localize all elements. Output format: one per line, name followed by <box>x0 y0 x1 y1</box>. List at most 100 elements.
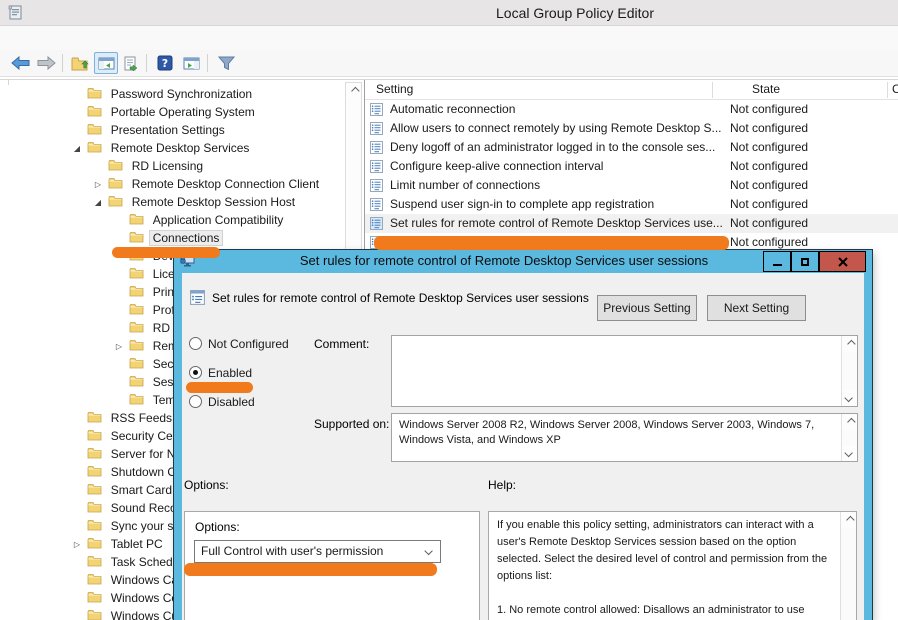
settings-row[interactable]: Set rules for remote control of Remote D… <box>365 214 898 233</box>
expand-arrow-icon[interactable]: ▷ <box>91 176 105 194</box>
setting-state: Not configured <box>730 138 808 157</box>
radio-icon[interactable] <box>189 395 202 408</box>
radio-label: Disabled <box>208 395 255 409</box>
dropdown-value: Full Control with user's permission <box>201 544 383 558</box>
folder-icon <box>87 536 104 554</box>
folder-icon <box>87 590 104 608</box>
settings-row[interactable]: Suspend user sign-in to complete app reg… <box>365 195 898 214</box>
setting-name: Deny logoff of an administrator logged i… <box>390 138 715 157</box>
folder-icon <box>87 608 104 620</box>
help-text: If you enable this policy setting, admin… <box>497 517 832 620</box>
list-header: Setting State Comment <box>365 80 898 100</box>
menu-item[interactable] <box>58 31 76 39</box>
expand-arrow-icon[interactable]: ◢ <box>91 194 105 212</box>
show-console-tree-icon[interactable] <box>94 52 118 74</box>
dialog-titlebar[interactable]: Set rules for remote control of Remote D… <box>174 250 872 273</box>
supported-on-label: Supported on: <box>314 417 389 431</box>
dialog-title: Set rules for remote control of Remote D… <box>204 253 804 268</box>
radio-icon[interactable] <box>189 366 202 379</box>
tree-item[interactable]: Application Compatibility <box>0 211 345 229</box>
filter-icon[interactable] <box>214 52 238 74</box>
supported-scrollbar[interactable] <box>841 414 857 461</box>
options-inner-label: Options: <box>195 520 240 534</box>
scroll-up-icon[interactable] <box>842 414 857 430</box>
window-titlebar[interactable]: Local Group Policy Editor <box>0 0 898 26</box>
supported-on-box: Windows Server 2008 R2, Windows Server 2… <box>391 413 858 462</box>
show-actions-pane-icon[interactable] <box>179 52 203 74</box>
folder-icon <box>108 158 125 176</box>
back-icon[interactable] <box>8 52 32 74</box>
settings-row[interactable]: Automatic reconnection Not configured <box>365 100 898 119</box>
folder-icon <box>87 140 104 158</box>
tree-item[interactable]: ◢ Remote Desktop Session Host <box>0 193 345 211</box>
setting-state: Not configured <box>730 119 808 138</box>
tree-item[interactable]: RD Licensing <box>0 157 345 175</box>
tree-item[interactable]: ◢ Remote Desktop Services <box>0 139 345 157</box>
menu-item[interactable] <box>4 31 22 39</box>
tree-item-label: Remote Desktop Connection Client <box>129 177 322 191</box>
folder-icon <box>87 104 104 122</box>
tree-item[interactable]: Presentation Settings <box>0 121 345 139</box>
scroll-down-icon[interactable] <box>842 445 857 461</box>
tree-item[interactable]: Connections <box>0 229 345 247</box>
tree-item[interactable]: Password Synchronization <box>0 85 345 103</box>
expand-arrow-icon[interactable]: ◢ <box>70 140 84 158</box>
radio-option[interactable]: Not Configured <box>189 336 319 365</box>
settings-row[interactable]: Configure keep-alive connection interval… <box>365 157 898 176</box>
chevron-down-icon <box>427 548 433 554</box>
export-list-icon[interactable] <box>120 52 144 74</box>
folder-icon <box>87 554 104 572</box>
tree-item-label: Application Compatibility <box>150 213 287 227</box>
setting-name: Suspend user sign-in to complete app reg… <box>390 195 654 214</box>
folder-icon <box>129 392 146 410</box>
comment-scrollbar[interactable] <box>841 336 857 406</box>
tree-item-label: Tablet PC <box>108 537 166 551</box>
setting-state: Not configured <box>730 157 808 176</box>
folder-icon <box>129 212 146 230</box>
folder-icon <box>87 500 104 518</box>
folder-icon <box>87 572 104 590</box>
column-header-comment[interactable]: Comment <box>892 82 898 96</box>
help-section-label: Help: <box>488 478 516 492</box>
expand-arrow-icon[interactable]: ▷ <box>112 338 126 356</box>
settings-row[interactable]: Allow users to connect remotely by using… <box>365 119 898 138</box>
scroll-down-icon[interactable] <box>842 390 857 406</box>
column-header-state[interactable]: State <box>752 82 780 96</box>
tree-item[interactable]: Portable Operating System <box>0 103 345 121</box>
tree-item-label: Password Synchronization <box>108 87 255 101</box>
comment-textarea[interactable] <box>391 335 858 407</box>
tree-item-label: Remote Desktop Services <box>108 141 253 155</box>
scroll-up-icon[interactable] <box>842 336 857 352</box>
help-scrollbar[interactable] <box>840 512 856 620</box>
radio-icon[interactable] <box>189 337 202 350</box>
scroll-up-icon[interactable] <box>346 83 361 99</box>
radio-option[interactable]: Disabled <box>189 394 319 423</box>
settings-row[interactable]: Limit number of connections Not configur… <box>365 176 898 195</box>
column-header-setting[interactable]: Setting <box>376 82 413 96</box>
control-level-dropdown[interactable]: Full Control with user's permission <box>194 540 441 563</box>
minimize-button[interactable] <box>763 251 791 272</box>
folder-icon <box>129 338 146 356</box>
options-section-label: Options: <box>184 478 229 492</box>
settings-row[interactable]: Deny logoff of an administrator logged i… <box>365 138 898 157</box>
close-button[interactable] <box>819 251 866 272</box>
supported-on-text: Windows Server 2008 R2, Windows Server 2… <box>392 414 857 448</box>
tree-item-label: Connections <box>150 231 223 245</box>
expand-arrow-icon[interactable]: ▷ <box>70 536 84 554</box>
setting-name: Limit number of connections <box>390 176 540 195</box>
up-one-level-icon[interactable] <box>68 52 92 74</box>
policy-dialog-icon <box>190 290 205 310</box>
next-setting-button[interactable]: Next Setting <box>707 295 806 321</box>
folder-icon <box>87 518 104 536</box>
scroll-up-icon[interactable] <box>841 512 856 528</box>
tree-item[interactable]: ▷ Remote Desktop Connection Client <box>0 175 345 193</box>
previous-setting-button[interactable]: Previous Setting <box>597 295 697 321</box>
setting-state: Not configured <box>730 214 808 233</box>
menu-item[interactable] <box>22 31 40 39</box>
setting-name: Configure keep-alive connection interval <box>390 157 603 176</box>
maximize-button[interactable] <box>791 251 819 272</box>
forward-icon[interactable] <box>34 52 58 74</box>
svg-text:?: ? <box>162 57 168 70</box>
help-icon[interactable]: ? <box>153 52 177 74</box>
menu-item[interactable] <box>40 31 58 39</box>
